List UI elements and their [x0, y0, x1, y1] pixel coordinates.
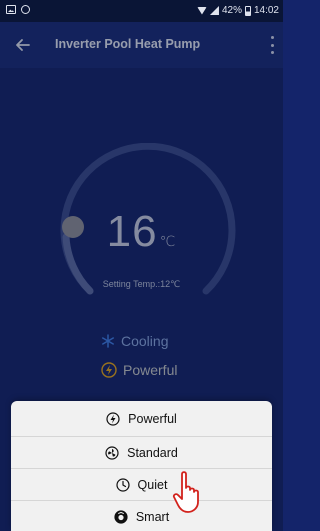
sheet-item-powerful[interactable]: Powerful [11, 403, 272, 435]
image-icon [6, 5, 16, 14]
fan-icon [105, 445, 119, 460]
sheet-item-smart[interactable]: Smart [11, 500, 272, 531]
battery-percent: 42% [221, 5, 242, 16]
signal-icon [209, 6, 219, 15]
sheet-item-label: Powerful [128, 412, 177, 426]
hand-pointer-icon [172, 471, 199, 513]
sheet-item-standard[interactable]: Standard [11, 436, 272, 468]
status-left [6, 5, 30, 14]
sheet-item-label: Smart [135, 509, 170, 524]
clock-icon [115, 477, 130, 492]
status-bar: 42% 14:02 [0, 0, 283, 22]
status-time: 14:02 [253, 5, 279, 16]
mode-selection-sheet: Powerful Standard Quiet Smart [11, 401, 272, 531]
lightning-circle-icon [106, 412, 120, 426]
sheet-item-label: Quiet [137, 477, 168, 492]
sync-icon [21, 5, 30, 14]
status-right: 42% 14:02 [196, 5, 279, 16]
sheet-item-label: Standard [127, 445, 178, 460]
sheet-item-quiet[interactable]: Quiet [11, 468, 272, 500]
wifi-icon [196, 6, 207, 15]
battery-icon [244, 5, 251, 16]
smart-icon [114, 509, 128, 524]
